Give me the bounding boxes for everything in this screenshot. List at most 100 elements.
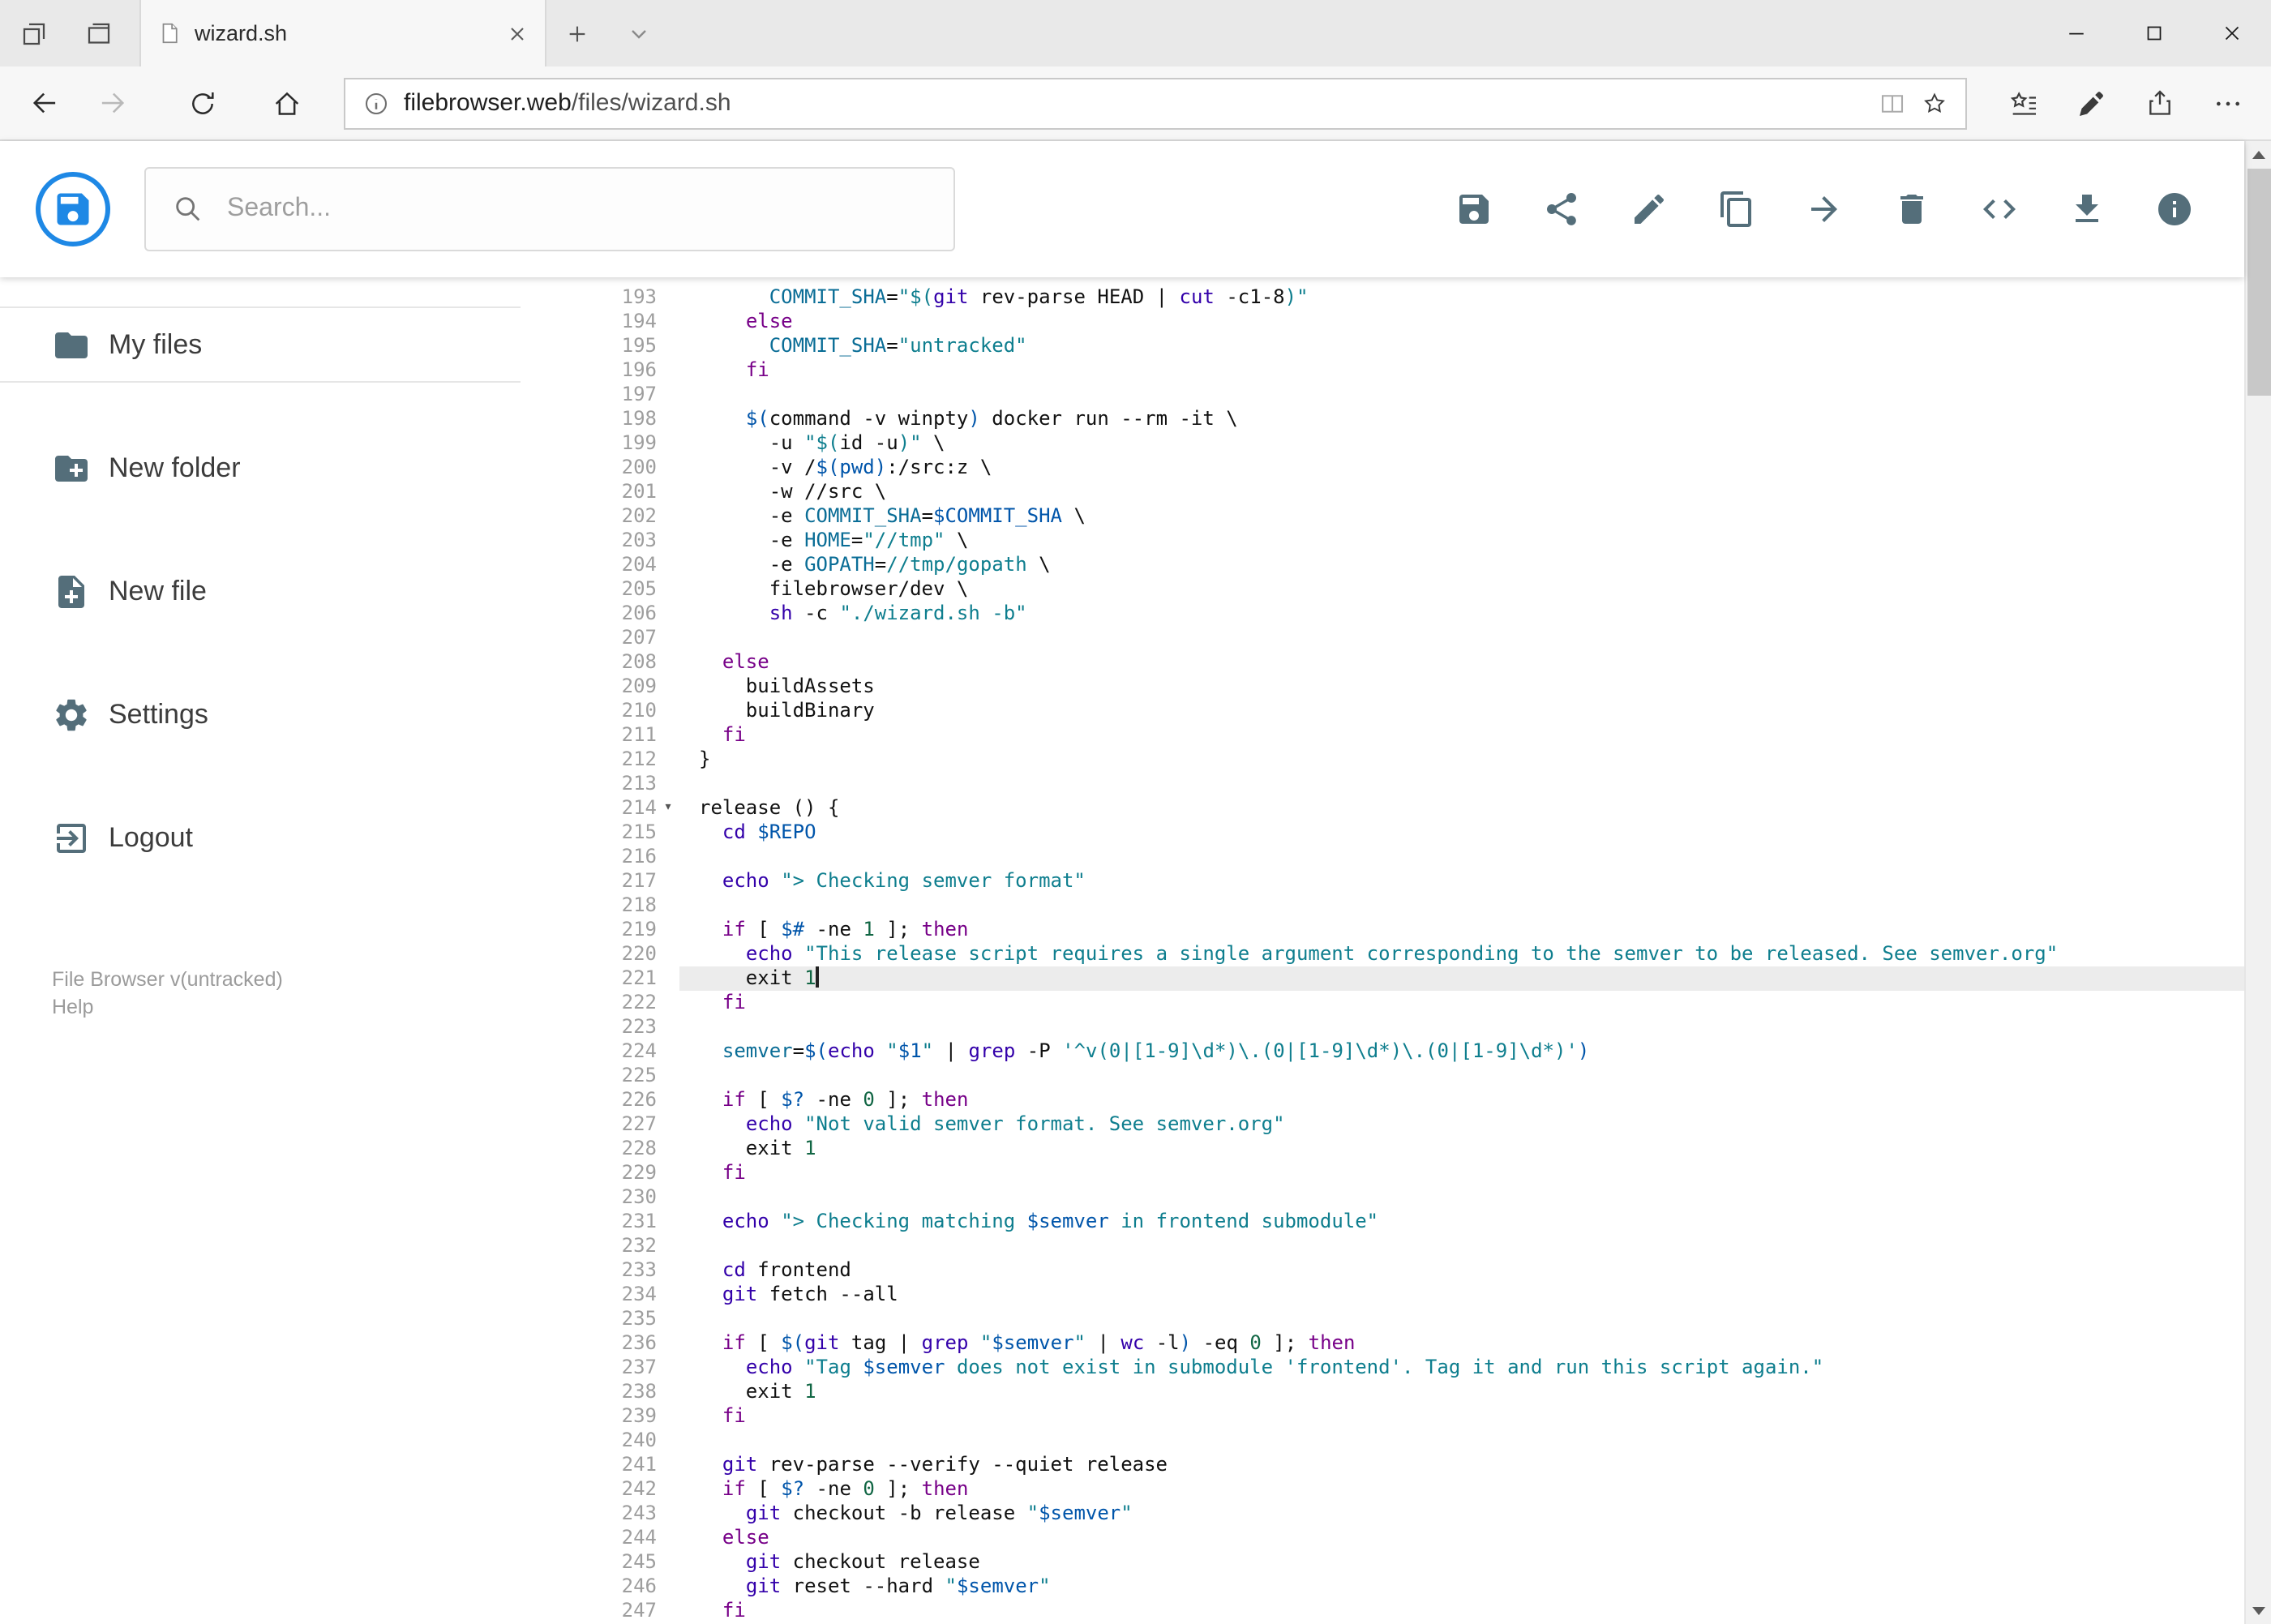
sidebar-item-my-files[interactable]: My files [0,306,521,383]
code-line[interactable]: 232 [521,1234,2243,1258]
sidebar-item-logout[interactable]: Logout [0,799,521,876]
code-line[interactable]: 221 exit 1 [521,966,2243,991]
info-button[interactable] [2154,190,2193,229]
code-line[interactable]: 222 fi [521,991,2243,1015]
tabs-preview-button[interactable] [84,19,114,48]
code-line[interactable]: 230 [521,1185,2243,1210]
back-button[interactable] [10,71,78,135]
code-line[interactable]: 234 git fetch --all [521,1283,2243,1307]
code-line[interactable]: 205 filebrowser/dev \ [521,577,2243,602]
move-button[interactable] [1804,190,1843,229]
scrollbar-thumb[interactable] [2247,169,2271,396]
code-line[interactable]: 219 if [ $# -ne 1 ]; then [521,918,2243,942]
page-scrollbar[interactable] [2243,141,2271,1624]
save-button[interactable] [1454,190,1493,229]
reading-view-icon[interactable] [1877,88,1906,118]
code-line[interactable]: 206 sh -c "./wizard.sh -b" [521,602,2243,626]
window-close-button[interactable] [2193,0,2271,66]
code-line[interactable]: 235 [521,1307,2243,1331]
web-note-pen-icon[interactable] [2057,71,2125,135]
code-line[interactable]: 213 [521,772,2243,796]
code-line[interactable]: 209 buildAssets [521,675,2243,699]
window-minimize-button[interactable] [2037,0,2115,66]
code-line[interactable]: 237 echo "Tag $semver does not exist in … [521,1356,2243,1380]
code-line[interactable]: 223 [521,1015,2243,1039]
code-line[interactable]: 228 exit 1 [521,1137,2243,1161]
code-line[interactable]: 207 [521,626,2243,650]
code-line[interactable]: 197 [521,383,2243,407]
code-line[interactable]: 246 git reset --hard "$semver" [521,1575,2243,1599]
code-line[interactable]: 200 -v /$(pwd):/src:z \ [521,456,2243,480]
scrollbar-down-button[interactable] [2245,1596,2271,1624]
scrollbar-up-button[interactable] [2245,141,2271,169]
code-line[interactable]: 216 [521,845,2243,869]
code-line[interactable]: 210 buildBinary [521,699,2243,723]
favorite-star-icon[interactable] [1919,88,1948,118]
code-line[interactable]: 236 if [ $(git tag | grep "$semver" | wc… [521,1331,2243,1356]
code-line[interactable]: 231 echo "> Checking matching $semver in… [521,1210,2243,1234]
code-line[interactable]: 244 else [521,1526,2243,1550]
code-line[interactable]: 247 fi [521,1599,2243,1623]
filebrowser-logo[interactable] [36,172,110,246]
code-line[interactable]: 211 fi [521,723,2243,748]
code-line[interactable]: 240 [521,1429,2243,1453]
code-line[interactable]: 239 fi [521,1404,2243,1429]
code-button[interactable] [1979,190,2018,229]
code-line[interactable]: 193 COMMIT_SHA="$(git rev-parse HEAD | c… [521,285,2243,310]
code-line[interactable]: 220 echo "This release script requires a… [521,942,2243,966]
code-line[interactable]: 229 fi [521,1161,2243,1185]
code-line[interactable]: 194 else [521,310,2243,334]
favorites-hub-icon[interactable] [1989,71,2057,135]
code-line[interactable]: 227 echo "Not valid semver format. See s… [521,1112,2243,1137]
code-line[interactable]: 195 COMMIT_SHA="untracked" [521,334,2243,358]
code-editor[interactable]: 193 COMMIT_SHA="$(git rev-parse HEAD | c… [521,277,2243,1624]
forward-button[interactable] [78,71,146,135]
sidebar-item-new-file[interactable]: New file [0,553,521,629]
share-button[interactable] [1541,190,1580,229]
sidebar-item-new-folder[interactable]: New folder [0,430,521,506]
site-info-icon[interactable] [362,88,391,118]
search-input[interactable] [227,195,928,224]
code-line[interactable]: 215 cd $REPO [521,821,2243,845]
code-line[interactable]: 238 exit 1 [521,1380,2243,1404]
code-line[interactable]: 217 echo "> Checking semver format" [521,869,2243,893]
code-line[interactable]: 245 git checkout release [521,1550,2243,1575]
code-line[interactable]: 226 if [ $? -ne 0 ]; then [521,1088,2243,1112]
copy-button[interactable] [1716,190,1755,229]
code-line[interactable]: 202 -e COMMIT_SHA=$COMMIT_SHA \ [521,504,2243,529]
code-line[interactable]: 214 ▾ release () { [521,796,2243,821]
code-line[interactable]: 201 -w //src \ [521,480,2243,504]
code-line[interactable]: 203 -e HOME="//tmp" \ [521,529,2243,553]
code-line[interactable]: 199 -u "$(id -u)" \ [521,431,2243,456]
code-line[interactable]: 224 semver=$(echo "$1" | grep -P '^v(0|[… [521,1039,2243,1064]
code-line[interactable]: 208 else [521,650,2243,675]
code-line[interactable]: 225 [521,1064,2243,1088]
home-button[interactable] [253,71,321,135]
fold-marker-icon[interactable]: ▾ [657,796,679,821]
search-bar[interactable] [144,167,955,251]
code-line[interactable]: 241 git rev-parse --verify --quiet relea… [521,1453,2243,1477]
more-menu-icon[interactable] [2193,71,2261,135]
code-line[interactable]: 198 $(command -v winpty) docker run --rm… [521,407,2243,431]
code-line[interactable]: 218 [521,893,2243,918]
edit-button[interactable] [1629,190,1668,229]
sidebar-item-settings[interactable]: Settings [0,676,521,752]
code-line[interactable]: 233 cd frontend [521,1258,2243,1283]
code-line[interactable]: 196 fi [521,358,2243,383]
help-link[interactable]: Help [52,994,521,1022]
url-text[interactable]: filebrowser.web/files/wizard.sh [404,89,1864,117]
window-maximize-button[interactable] [2115,0,2193,66]
tab-list-chevron-icon[interactable] [608,0,670,66]
download-button[interactable] [2067,190,2106,229]
new-tab-button[interactable] [546,0,608,66]
delete-button[interactable] [1892,190,1930,229]
code-line[interactable]: 242 if [ $? -ne 0 ]; then [521,1477,2243,1502]
address-bar[interactable]: filebrowser.web/files/wizard.sh [344,77,1966,129]
code-line[interactable]: 212} [521,748,2243,772]
code-line[interactable]: 243 git checkout -b release "$semver" [521,1502,2243,1526]
refresh-button[interactable] [169,71,237,135]
set-tabs-aside-button[interactable] [19,19,49,48]
tab-close-icon[interactable] [506,22,529,45]
share-page-icon[interactable] [2125,71,2193,135]
code-line[interactable]: 204 -e GOPATH=//tmp/gopath \ [521,553,2243,577]
